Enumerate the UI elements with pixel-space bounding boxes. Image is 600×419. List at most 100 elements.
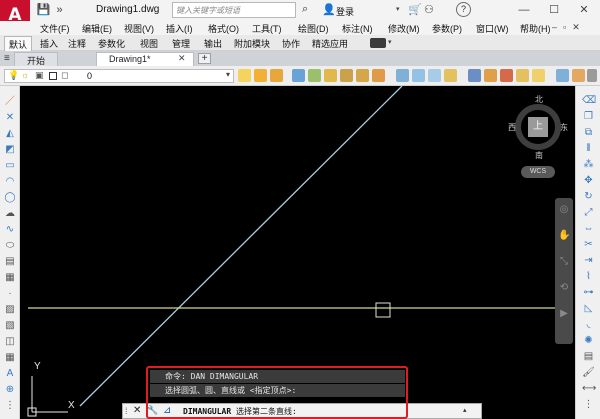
move-icon[interactable]: ✥ — [582, 174, 595, 187]
tab-collaborate[interactable]: 协作 — [282, 37, 300, 50]
menu-view[interactable]: 视图(V) — [124, 22, 154, 35]
copy-icon[interactable]: ❐ — [582, 110, 595, 123]
fillet-icon[interactable]: ◟ — [582, 318, 595, 331]
viewcube-top-face[interactable]: 上 — [528, 117, 548, 137]
save-icon[interactable]: 💾 — [36, 3, 51, 18]
chamfer-icon[interactable]: ◺ — [582, 302, 595, 315]
layer-dropdown[interactable]: 💡 ☼ ▣ ◻ 0 ▾ — [4, 69, 234, 83]
table-icon[interactable]: ▦ — [4, 352, 16, 364]
cart-icon[interactable]: 🛒 — [408, 3, 422, 16]
tab-featured-apps[interactable]: 精选应用 — [312, 37, 348, 50]
dim-arc-icon[interactable] — [428, 69, 441, 82]
menu-help[interactable]: 帮助(H) — [520, 22, 551, 35]
command-history-toggle-icon[interactable]: ▴ — [463, 406, 467, 414]
toolbar-more-icon[interactable]: ⋮ — [582, 398, 595, 411]
make-block-icon[interactable]: ▦ — [4, 272, 16, 284]
dim-ordinate-icon[interactable] — [444, 69, 457, 82]
zoom-extents-icon[interactable]: ⤡ — [558, 256, 570, 268]
showmotion-icon[interactable]: ▶ — [558, 308, 570, 320]
search-input[interactable]: 键入关键字或短语 — [172, 2, 296, 18]
user-icon[interactable]: 👤 — [322, 3, 336, 16]
tab-output[interactable]: 输出 — [204, 37, 222, 50]
dim-aligned-icon[interactable] — [412, 69, 425, 82]
quick-access-more-icon[interactable]: » — [52, 3, 67, 18]
layer-previous-icon[interactable] — [254, 69, 267, 82]
hatch-icon[interactable]: ▨ — [4, 304, 16, 316]
layer-state-icon[interactable] — [270, 69, 283, 82]
explode-icon[interactable]: ✺ — [582, 334, 595, 347]
menu-draw[interactable]: 绘图(D) — [298, 22, 329, 35]
minimize-icon[interactable]: — — [516, 2, 532, 18]
menu-dimension[interactable]: 标注(N) — [342, 22, 373, 35]
mirror-icon[interactable]: ⧉ — [582, 126, 595, 139]
close-icon[interactable]: ✕ — [576, 2, 592, 18]
array-icon[interactable]: ⁂ — [582, 158, 595, 171]
tab-start[interactable]: 开始 — [14, 52, 59, 66]
chevron-down-icon[interactable]: ▾ — [396, 5, 400, 13]
point-icon[interactable]: · — [4, 288, 16, 300]
add-selected-icon[interactable]: ⊕ — [4, 384, 16, 396]
dim-jogged-icon[interactable] — [484, 69, 497, 82]
erase-icon[interactable]: ⌫ — [582, 94, 596, 107]
orbit-icon[interactable]: ⟲ — [558, 282, 570, 294]
rotate-icon[interactable]: ↻ — [582, 190, 595, 203]
layer-freeze-icon[interactable] — [308, 69, 321, 82]
menu-file[interactable]: 文件(F) — [40, 22, 70, 35]
viewcube-east[interactable]: 东 — [560, 122, 568, 133]
steering-wheel-icon[interactable]: ◎ — [558, 204, 570, 216]
menu-tools[interactable]: 工具(T) — [252, 22, 282, 35]
help-icon[interactable]: ? — [456, 2, 471, 17]
maximize-icon[interactable]: ☐ — [546, 2, 562, 18]
ellipse-icon[interactable]: ⬭ — [4, 240, 16, 252]
drawing-canvas[interactable]: 北 上 西 东 南 WCS ◎ ✋ ⤡ ⟲ ▶ Y X 命令: DAN DIMA… — [20, 86, 575, 419]
layer-match-icon[interactable] — [356, 69, 369, 82]
viewcube-south[interactable]: 南 — [535, 150, 543, 161]
layer-iso-icon[interactable] — [292, 69, 305, 82]
match-properties-icon[interactable]: 🖌 — [582, 366, 595, 379]
tab-addins[interactable]: 附加模块 — [234, 37, 270, 50]
extend-icon[interactable]: ⇥ — [582, 254, 595, 267]
menu-parametric[interactable]: 参数(P) — [432, 22, 462, 35]
join-icon[interactable]: ⊶ — [582, 286, 595, 299]
layer-off-icon[interactable] — [324, 69, 337, 82]
properties-icon[interactable]: ▤ — [582, 350, 595, 363]
toolbar-more-icon[interactable]: ⋮ — [4, 400, 16, 412]
dim-quick-icon[interactable] — [532, 69, 545, 82]
distance-icon[interactable]: ⟷ — [582, 382, 596, 395]
binoculars-search-icon[interactable]: ⌕ — [302, 3, 308, 16]
ribbon-toggle-icon[interactable] — [370, 38, 386, 48]
revcloud-icon[interactable]: ☁ — [4, 208, 16, 220]
line-icon[interactable]: ／ — [4, 96, 16, 108]
menu-window[interactable]: 窗口(W) — [476, 22, 509, 35]
layer-lock-icon[interactable] — [340, 69, 353, 82]
close-command-icon[interactable]: ✕ — [133, 405, 141, 416]
construction-line-icon[interactable]: ✕ — [4, 112, 16, 124]
trim-icon[interactable]: ✂ — [582, 238, 595, 251]
spline-icon[interactable]: ∿ — [4, 224, 16, 236]
dim-continue-icon[interactable] — [572, 69, 585, 82]
new-tab-button[interactable]: + — [198, 53, 211, 64]
gradient-icon[interactable]: ▧ — [4, 320, 16, 332]
dim-diameter-icon[interactable] — [500, 69, 513, 82]
wcs-menu[interactable]: WCS — [521, 166, 555, 178]
dim-angular-icon[interactable] — [516, 69, 529, 82]
mtext-icon[interactable]: A — [4, 368, 16, 380]
offset-icon[interactable]: ⫴ — [582, 142, 595, 155]
dim-baseline-icon[interactable] — [556, 69, 569, 82]
diagonal-line[interactable] — [79, 86, 403, 407]
make-current-layer-icon[interactable] — [238, 69, 251, 82]
menu-edit[interactable]: 编辑(E) — [82, 22, 112, 35]
viewcube-west[interactable]: 西 — [508, 122, 516, 133]
circle-icon[interactable]: ◯ — [4, 192, 16, 204]
hamburger-menu-icon[interactable]: ≡ — [4, 53, 10, 64]
tab-manage[interactable]: 管理 — [172, 37, 190, 50]
a360-icon[interactable]: ⚇ — [424, 3, 434, 16]
menu-modify[interactable]: 修改(M) — [388, 22, 420, 35]
pan-icon[interactable]: ✋ — [558, 230, 570, 242]
layer-merge-icon[interactable] — [372, 69, 385, 82]
break-icon[interactable]: ⌇ — [582, 270, 595, 283]
dim-linear-icon[interactable] — [396, 69, 409, 82]
close-tab-icon[interactable]: ✕ — [178, 53, 186, 64]
toolbar-more-icon[interactable] — [587, 69, 597, 82]
menu-insert[interactable]: 插入(I) — [166, 22, 193, 35]
